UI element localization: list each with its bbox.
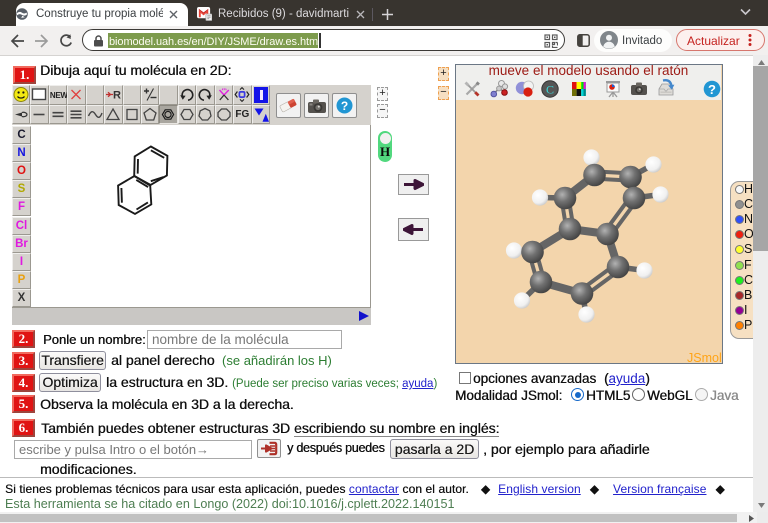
svg-text:?: ? [708,82,716,97]
svg-text:?: ? [341,99,348,113]
svg-text:C: C [546,83,554,97]
svg-text:R: R [113,90,121,102]
